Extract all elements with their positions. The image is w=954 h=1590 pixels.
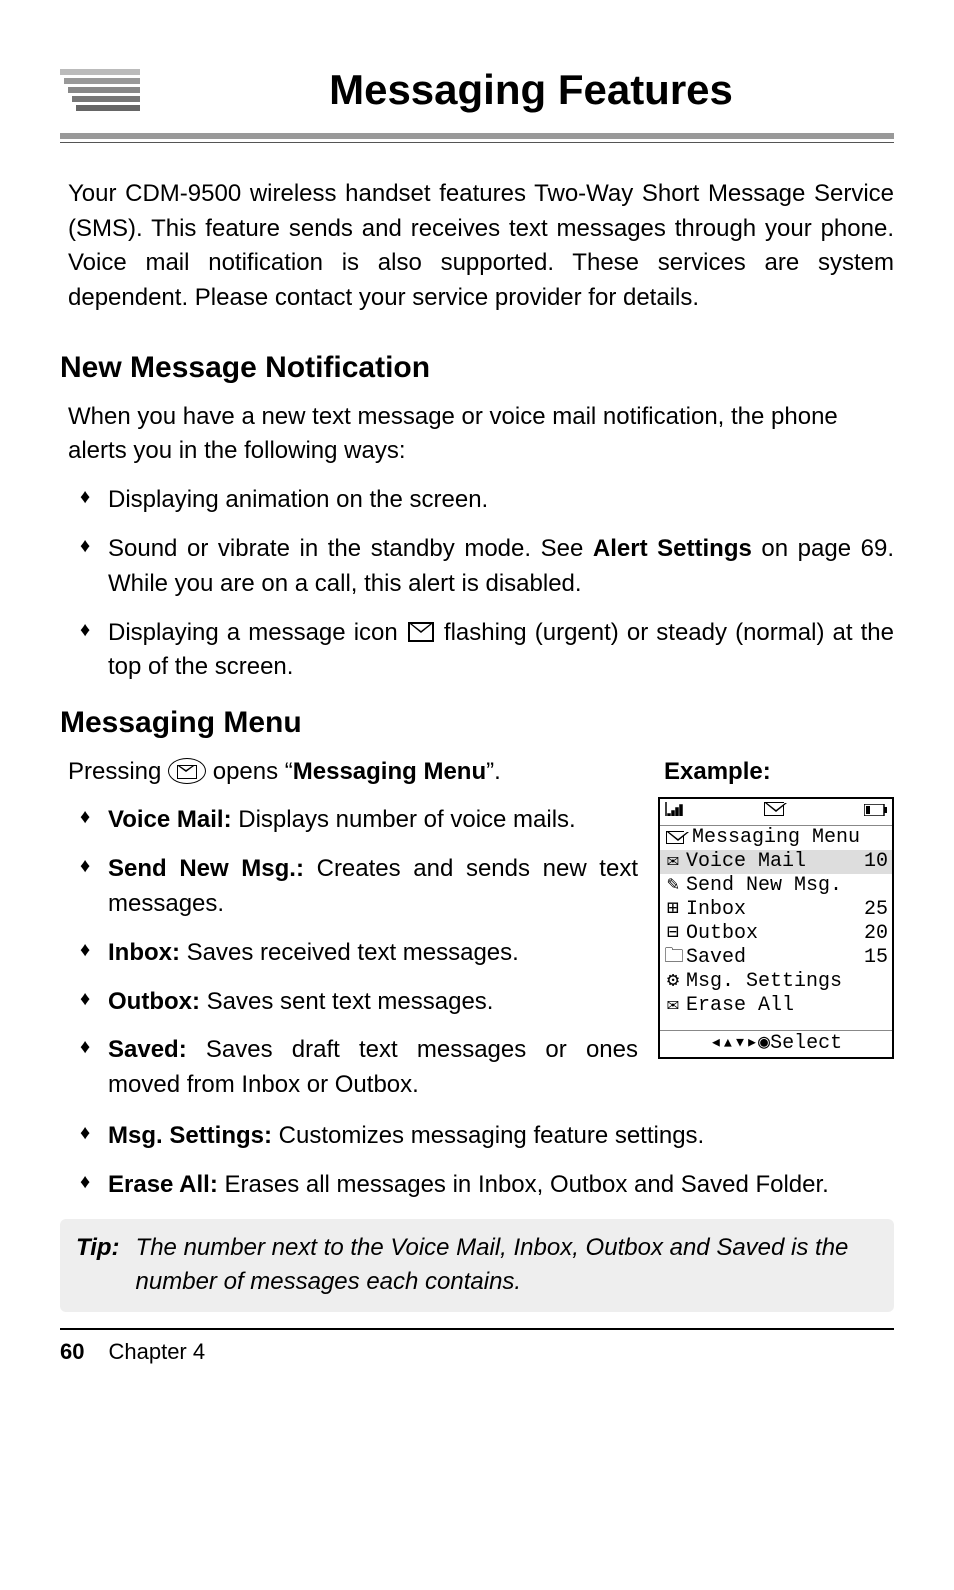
phone-menu-row: ✉Voice Mail 10 [660, 850, 892, 874]
phone-menu-row: 🗀Saved 15 [660, 946, 892, 970]
phone-menu-row: ⊞Inbox 25 [660, 898, 892, 922]
menu-list: Voice Mail: Displays number of voice mai… [68, 803, 638, 1103]
erase-icon: ✉ [664, 994, 682, 1018]
phone-menu-row: ⊟Outbox 20 [660, 922, 892, 946]
row-count: 25 [864, 898, 888, 922]
page-number: 60 [60, 1336, 84, 1368]
notification-lead: When you have a new text message or voic… [68, 400, 894, 470]
menu-lead: Pressing opens “Messaging Menu”. [68, 755, 638, 790]
menu-list-continued: Msg. Settings: Customizes messaging feat… [68, 1119, 894, 1203]
nav-center-icon: ◉ [758, 1032, 770, 1055]
intro-paragraph: Your CDM-9500 wireless handset features … [68, 177, 894, 316]
phone-status-bar [660, 799, 892, 826]
row-count: 10 [864, 850, 888, 874]
section-heading-menu: Messaging Menu [60, 701, 894, 745]
list-item: Inbox: Saves received text messages. [68, 936, 638, 971]
outbox-icon: ⊟ [664, 922, 682, 946]
chapter-label: Chapter 4 [108, 1336, 205, 1368]
phone-menu-row: ✎Send New Msg. [660, 874, 892, 898]
notification-list: Displaying animation on the screen. Soun… [68, 483, 894, 685]
page-title: Messaging Features [168, 60, 894, 121]
compose-icon: ✎ [664, 874, 682, 898]
row-count: 20 [864, 922, 888, 946]
header-rule [60, 133, 894, 143]
list-item: Displaying animation on the screen. [68, 483, 894, 518]
chapter-header: Messaging Features [60, 60, 894, 121]
nav-arrows-icon: ◂▴▾▸ [710, 1032, 758, 1055]
phone-screen-example: Messaging Menu ✉Voice Mail 10 ✎Send New … [658, 797, 894, 1059]
footer-rule [60, 1328, 894, 1330]
list-item: Msg. Settings: Customizes messaging feat… [68, 1119, 894, 1154]
list-item: Saved: Saves draft text messages or ones… [68, 1033, 638, 1103]
voicemail-icon: ✉ [664, 850, 682, 874]
message-icon [408, 622, 434, 642]
settings-icon: ⚙ [664, 970, 682, 994]
alert-settings-ref: Alert Settings [593, 535, 752, 562]
section-heading-notification: New Message Notification [60, 346, 894, 390]
battery-icon [864, 800, 888, 824]
list-item: Send New Msg.: Creates and sends new tex… [68, 852, 638, 922]
example-label: Example: [664, 755, 894, 790]
row-count: 15 [864, 946, 888, 970]
tip-text: The number next to the Voice Mail, Inbox… [136, 1231, 878, 1301]
saved-icon: 🗀 [664, 946, 682, 970]
phone-menu-row: ⚙Msg. Settings [660, 970, 892, 994]
phone-softkey-bar: ◂▴▾▸◉Select [660, 1030, 892, 1057]
list-item: Erase All: Erases all messages in Inbox,… [68, 1168, 894, 1203]
tip-label: Tip: [76, 1231, 120, 1301]
list-item: Sound or vibrate in the standby mode. Se… [68, 532, 894, 602]
phone-menu-title: Messaging Menu [660, 826, 892, 850]
message-key-icon [168, 758, 206, 784]
softkey-label: Select [770, 1032, 842, 1055]
inbox-icon: ⊞ [664, 898, 682, 922]
header-bars-icon [60, 69, 140, 111]
phone-menu-row: ✉Erase All [660, 994, 892, 1018]
tip-box: Tip: The number next to the Voice Mail, … [60, 1219, 894, 1313]
envelope-icon [664, 826, 686, 850]
list-item: Outbox: Saves sent text messages. [68, 985, 638, 1020]
signal-icon [664, 800, 684, 824]
list-item: Displaying a message icon flashing (urge… [68, 616, 894, 686]
list-item: Voice Mail: Displays number of voice mai… [68, 803, 638, 838]
page-footer: 60 Chapter 4 [60, 1336, 894, 1368]
message-status-icon [762, 800, 786, 824]
